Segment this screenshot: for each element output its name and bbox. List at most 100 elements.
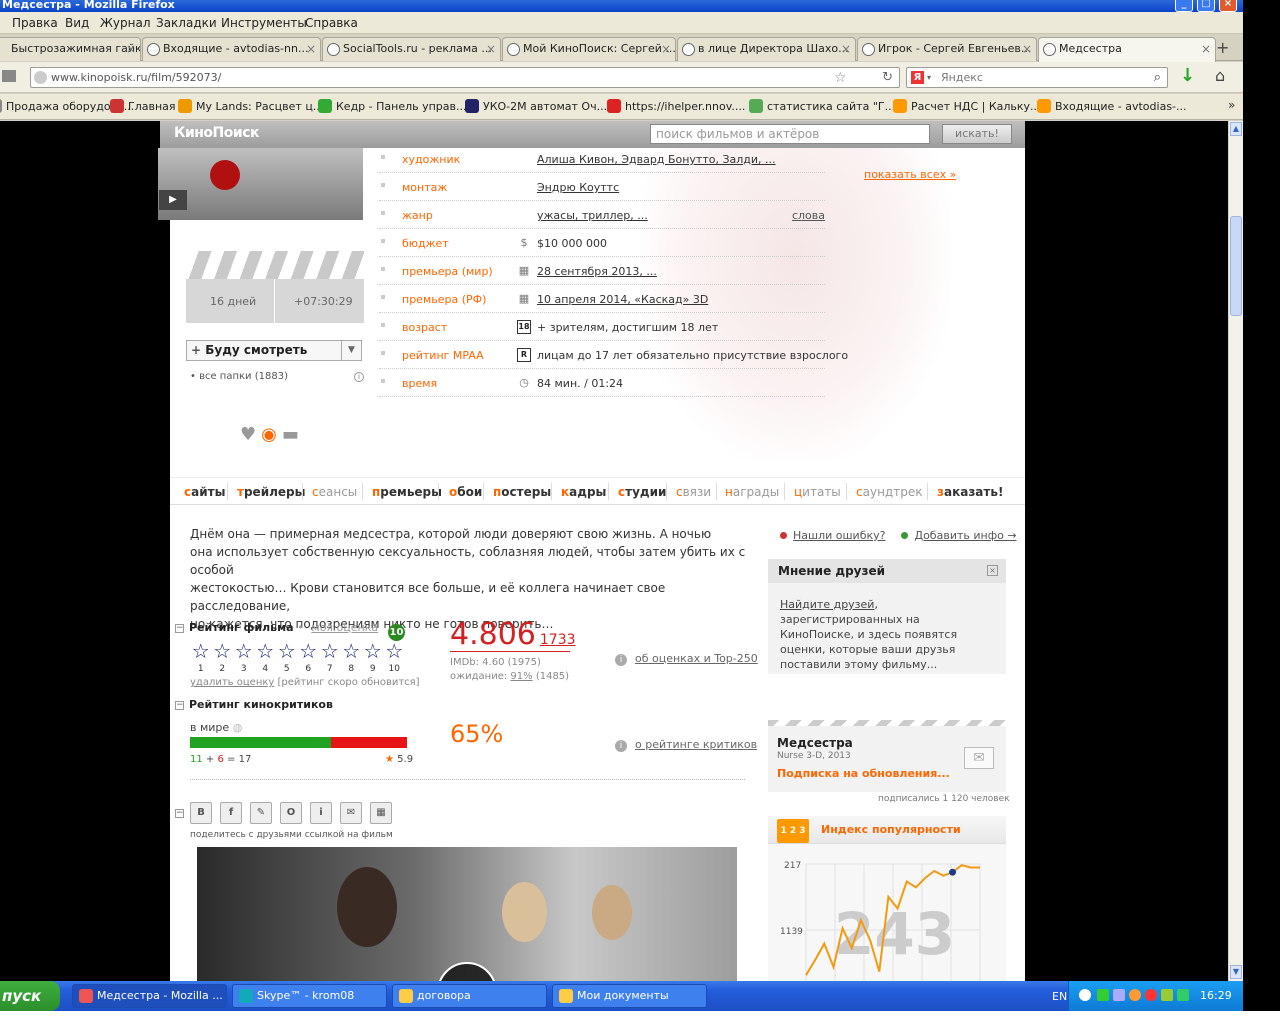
bookmark-4[interactable]: Кедр - Панель управ... (318, 99, 467, 113)
delete-rating-link[interactable]: удалить оценку (190, 677, 274, 688)
poster-play-icon[interactable]: ▶ (159, 190, 187, 210)
share-button-1[interactable]: В (190, 802, 212, 824)
rating-star-2[interactable]: ☆ (212, 641, 234, 661)
info-label[interactable]: бюджет (402, 237, 449, 250)
bookmark-7[interactable]: статистика сайта "Г... (749, 99, 895, 113)
info-extra-link[interactable]: слова (792, 209, 825, 222)
info-label[interactable]: премьера (мир) (402, 265, 493, 278)
tab-2[interactable]: Входящие - avtodias-nn... × (142, 37, 321, 61)
close-tab-icon[interactable]: × (126, 38, 136, 60)
rating-star-10[interactable]: ☆ (384, 641, 406, 661)
start-button[interactable]: пуск (0, 981, 60, 1011)
info-label[interactable]: возраст (402, 321, 447, 334)
tab-1[interactable]: Быстрозажимная гайка ...× (0, 37, 141, 61)
maximize-button[interactable]: □ (1197, 0, 1215, 12)
tray-app-icon[interactable] (1129, 989, 1141, 1001)
tab-4[interactable]: Мой КиноПоиск: Сергей ... × (502, 37, 676, 61)
taskbar-item-4[interactable]: Мои документы (552, 984, 707, 1008)
info-value[interactable]: ужасы, триллер, ... (537, 209, 648, 222)
clock[interactable]: 16:29 (1200, 989, 1232, 1002)
info-label[interactable]: художник (402, 153, 460, 166)
section-link-4[interactable]: премьеры (372, 485, 442, 499)
film-poster[interactable]: ▶ (158, 148, 363, 220)
language-indicator[interactable]: EN (1052, 990, 1067, 1003)
info-icon[interactable]: i (354, 372, 364, 382)
chevron-down-icon[interactable]: ▼ (341, 341, 361, 360)
site-logo[interactable]: КиноПоиск (174, 125, 260, 141)
close-tab-icon[interactable]: × (1022, 38, 1032, 60)
rating-star-7[interactable]: ☆ (319, 641, 341, 661)
tray-monitor-icon[interactable] (1113, 989, 1125, 1001)
section-link-13[interactable]: заказать! (937, 485, 1003, 499)
minimize-button[interactable]: _ (1175, 0, 1193, 12)
reload-icon[interactable]: ↻ (882, 68, 893, 87)
rating-star-5[interactable]: ☆ (276, 641, 298, 661)
search-bar[interactable]: Я ▾ Яндекс ⌕ (906, 67, 1168, 88)
rating-star-4[interactable]: ☆ (255, 641, 277, 661)
collapse-icon[interactable]: − (175, 624, 184, 633)
download-icon[interactable]: ↓ (1180, 65, 1195, 86)
collapse-icon[interactable]: − (175, 701, 184, 710)
bookmark-9[interactable]: Входящие - avtodias-... (1037, 99, 1187, 113)
menu-6[interactable]: Справка (305, 16, 358, 30)
scroll-up-arrow[interactable]: ▲ (1230, 122, 1242, 136)
bookmark-6[interactable]: https://ihelper.nnov.... (607, 99, 745, 113)
taskbar-item-3[interactable]: договора (392, 984, 547, 1008)
info-label[interactable]: монтаж (402, 181, 447, 194)
section-link-3[interactable]: сеансы (312, 485, 357, 499)
tray-shield-icon[interactable] (1145, 989, 1157, 1001)
report-error-link[interactable]: Нашли ошибку? (793, 529, 885, 542)
bookmarks-overflow-icon[interactable]: » (1228, 98, 1235, 112)
scrollbar-thumb[interactable] (1230, 216, 1242, 316)
about-critics-link[interactable]: i о рейтинге критиков (615, 738, 757, 752)
site-search-input[interactable]: поиск фильмов и актёров (650, 124, 930, 144)
expect-percent[interactable]: 91% (510, 671, 532, 682)
trailer-video[interactable] (197, 847, 737, 981)
info-label[interactable]: рейтинг MPAA (402, 349, 484, 362)
info-value[interactable]: 84 мин. / 01:24 (537, 377, 623, 390)
share-button-5[interactable]: i (310, 802, 332, 824)
tray-arrow-icon[interactable] (1079, 989, 1091, 1001)
info-value[interactable]: Алиша Кивон, Эдвард Бонутто, Залди, ... (537, 153, 776, 166)
section-link-11[interactable]: цитаты (794, 485, 841, 499)
taskbar-item-2[interactable]: Skype™ - krom08 (232, 984, 387, 1008)
bookmark-8[interactable]: Расчет НДС | Кальку... (893, 99, 1041, 113)
section-link-1[interactable]: сайты (184, 485, 225, 499)
section-link-9[interactable]: связи (676, 485, 711, 499)
section-link-10[interactable]: награды (725, 485, 779, 499)
info-label[interactable]: премьера (РФ) (402, 293, 486, 306)
info-label[interactable]: время (402, 377, 437, 390)
info-label[interactable]: жанр (402, 209, 433, 222)
menu-4[interactable]: Закладки (156, 16, 217, 30)
menu-2[interactable]: Вид (65, 16, 89, 30)
heart-icon[interactable]: ♥ (240, 424, 256, 445)
collapse-icon[interactable]: − (175, 809, 184, 818)
show-all-link[interactable]: показать всех » (864, 168, 956, 181)
about-ratings-link[interactable]: i об оценках и Top-250 (615, 652, 758, 666)
info-value[interactable]: $10 000 000 (537, 237, 607, 250)
folders-link[interactable]: • все папки (1883) (190, 371, 288, 382)
site-identity-icon[interactable] (34, 71, 47, 84)
share-button-3[interactable]: ✎ (250, 802, 272, 824)
taskbar-item-1[interactable]: Медсестра - Mozilla ... (72, 984, 227, 1008)
tab-6[interactable]: Игрок - Сергей Евгеньев... × (857, 37, 1037, 61)
share-button-6[interactable]: ✉ (340, 802, 362, 824)
close-tab-icon[interactable]: × (841, 38, 851, 60)
comment-icon[interactable]: ▬ (282, 424, 299, 445)
yandex-icon[interactable]: Я (911, 71, 924, 84)
close-tab-icon[interactable]: × (486, 38, 496, 60)
bookmark-2[interactable]: Главная (110, 99, 176, 113)
close-tab-icon[interactable]: × (661, 38, 671, 60)
share-button-2[interactable]: f (220, 802, 242, 824)
tray-network-icon[interactable] (1097, 989, 1109, 1001)
site-search-button[interactable]: искать! (942, 124, 1012, 144)
find-friends-link[interactable]: Найдите друзей (780, 598, 874, 611)
search-icon[interactable]: ⌕ (1154, 68, 1161, 87)
back-button[interactable] (2, 70, 16, 82)
vertical-scrollbar[interactable]: ▲ ▼ (1228, 121, 1243, 981)
rating-star-3[interactable]: ☆ (233, 641, 255, 661)
close-window-button[interactable]: × (1219, 0, 1237, 12)
scroll-down-arrow[interactable]: ▼ (1230, 965, 1242, 979)
new-tab-button[interactable]: + (1216, 38, 1229, 57)
rating-votes[interactable]: 1733 (540, 632, 576, 648)
